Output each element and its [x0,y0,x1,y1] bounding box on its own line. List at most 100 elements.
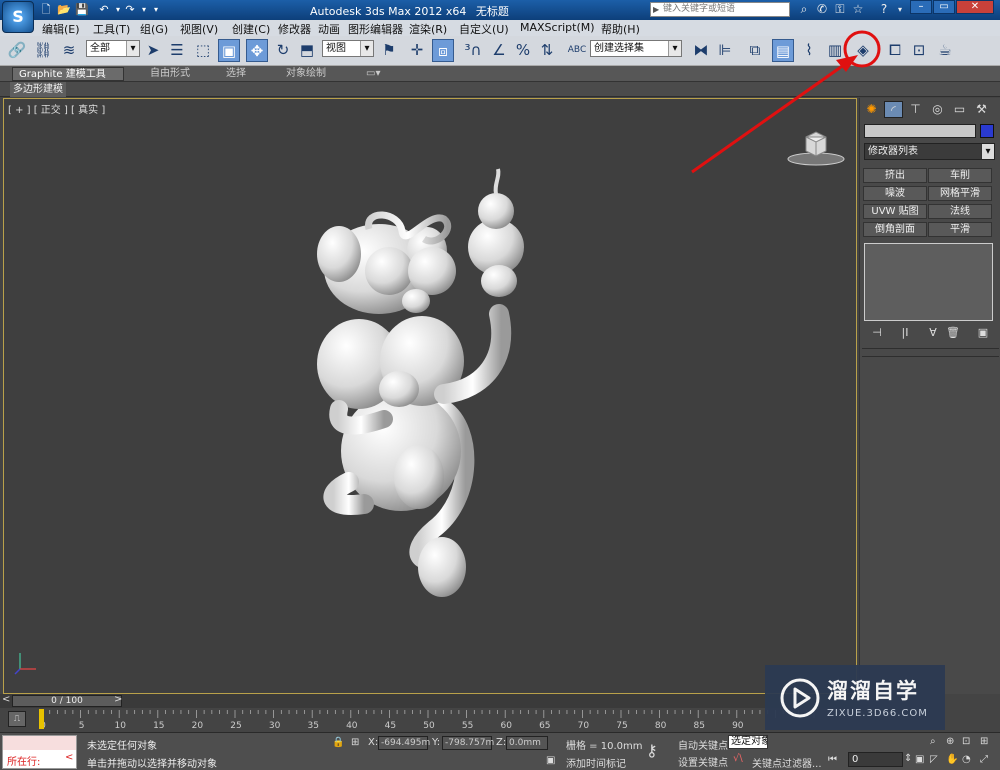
zoom-all-icon[interactable]: ⊕ [946,736,954,747]
remove-modifier-icon[interactable]: 🗑 [944,325,962,340]
smooth-button[interactable]: 平滑 [928,222,992,237]
x-coordinate-field[interactable]: -694.495m [378,736,430,750]
make-unique-icon[interactable]: ∀ [924,325,942,340]
window-crossing-icon[interactable]: ▣ [218,39,240,62]
menu-graph-editors[interactable]: 图形编辑器 [348,21,403,37]
motion-tab-icon[interactable]: ◎ [928,101,947,118]
modify-tab-icon[interactable]: ◜ [884,101,903,118]
save-icon[interactable]: 💾 [74,2,90,17]
current-frame-field[interactable]: 0 [848,752,903,767]
current-frame-marker[interactable] [39,709,44,729]
z-coordinate-field[interactable]: 0.0mm [506,736,548,750]
object-color-swatch[interactable] [980,124,994,138]
object-name-field[interactable] [864,124,976,138]
lathe-button[interactable]: 车削 [928,168,992,183]
go-to-start-icon[interactable]: ⏮ [828,754,837,765]
open-file-icon[interactable]: 📂 [56,2,72,17]
select-object-icon[interactable]: ➤ [142,39,164,62]
maxscript-arrow[interactable]: < [65,752,73,763]
time-next-arrow[interactable]: > [114,694,122,705]
rendered-frame-window-icon[interactable]: ⊡ [908,39,930,62]
toggle-layer-manager-icon[interactable]: ⧉ [744,39,766,62]
link-icon[interactable]: 🔗 [6,39,28,62]
time-slider-knob[interactable]: 0 / 100 [12,695,122,707]
angle-snap-icon[interactable]: ∠ [488,39,510,62]
reference-coordinate-dropdown[interactable]: 视图 [322,40,374,57]
set-key-icon[interactable]: ⚷ [646,741,658,760]
bind-space-warp-icon[interactable]: ≋ [58,39,80,62]
tab-object-paint[interactable]: 对象绘制 [280,67,332,81]
render-setup-icon[interactable]: ⧠ [884,39,906,62]
meshsmooth-button[interactable]: 网格平滑 [928,186,992,201]
material-editor-icon[interactable]: ◈ [852,39,874,62]
toggle-ribbon-icon[interactable]: ▤ [772,39,794,62]
mirror-icon[interactable]: ⧓ [690,39,712,62]
viewport[interactable]: [ + ] [ 正交 ] [ 真实 ] [3,98,857,694]
menu-group[interactable]: 组(G) [140,21,168,37]
zoom-extents-all-icon[interactable]: ⊞ [980,736,988,747]
named-selection-dropdown[interactable]: 创建选择集 [590,40,682,57]
display-tab-icon[interactable]: ▭ [950,101,969,118]
search-input[interactable]: 键入关键字或短语 [650,2,790,17]
configure-modifier-sets-icon[interactable]: ▣ [974,325,992,340]
menu-customize[interactable]: 自定义(U) [459,21,509,37]
pan-icon[interactable]: ✋ [946,754,958,765]
menu-tools[interactable]: 工具(T) [93,21,130,37]
curve-editor-icon[interactable]: ⌇ [798,39,820,62]
minimize-button[interactable]: – [910,0,932,14]
monkey-model[interactable] [4,99,857,694]
set-key-button[interactable]: 设置关键点 [678,754,728,769]
show-end-result-icon[interactable]: |I [896,325,914,340]
keyboard-shortcut-override-icon[interactable]: ⧈ [432,39,454,62]
menu-edit[interactable]: 编辑(E) [42,21,80,37]
time-prev-arrow[interactable]: < [2,694,10,705]
select-and-scale-icon[interactable]: ⬒ [296,39,318,62]
schematic-view-icon[interactable]: ▥ [824,39,846,62]
bevel-profile-button[interactable]: 倒角剖面 [863,222,927,237]
tab-selection[interactable]: 选择 [220,67,252,81]
menu-help[interactable]: 帮助(H) [601,21,640,37]
menu-maxscript[interactable]: MAXScript(M) [520,21,595,34]
help-dropdown-icon[interactable]: ▾ [892,2,908,17]
menu-rendering[interactable]: 渲染(R) [409,21,447,37]
orbit-icon[interactable]: ◔ [962,754,971,765]
frame-spinner-icon[interactable]: ⇕ [904,753,912,764]
timeline-ruler[interactable]: 051015202530354045505560657075808590 [0,708,860,732]
menu-create[interactable]: 创建(C) [232,21,270,37]
close-button[interactable]: ✕ [956,0,994,14]
modifier-stack[interactable] [864,243,993,321]
communication-center-icon[interactable]: ✆ [814,2,830,17]
create-tab-icon[interactable]: ✺ [862,101,881,118]
app-menu-button[interactable]: S [2,1,34,33]
y-coordinate-field[interactable]: -798.757m [442,736,494,750]
default-in-out-tangent-icon[interactable]: √\ [733,753,743,764]
snaps-toggle-icon[interactable]: ³∩ [462,39,484,62]
rectangular-selection-icon[interactable]: ⬚ [192,39,214,62]
noise-button[interactable]: 噪波 [863,186,927,201]
tab-freeform[interactable]: 自由形式 [144,67,196,81]
help-icon[interactable]: ? [876,2,892,17]
render-production-icon[interactable]: ☕ [934,39,956,62]
percent-snap-icon[interactable]: % [512,39,534,62]
normal-button[interactable]: 法线 [928,204,992,219]
key-icon[interactable]: ⚿ [832,2,848,17]
add-time-tag-icon[interactable]: ▣ [546,755,555,766]
select-and-move-icon[interactable]: ✥ [246,39,268,62]
ribbon-options-icon[interactable]: ▭▾ [360,67,386,81]
unlink-icon[interactable]: ⛓ [32,39,54,62]
maximize-viewport-icon[interactable]: ⤢ [980,754,988,765]
binoculars-icon[interactable]: ⌕ [796,2,812,17]
hierarchy-tab-icon[interactable]: ⊤ [906,101,925,118]
extrude-button[interactable]: 挤出 [863,168,927,183]
time-config-icon[interactable]: ▣ [915,754,924,765]
spinner-snap-icon[interactable]: ⇅ [536,39,558,62]
maxscript-listener[interactable]: 所在行: < [2,735,77,769]
absolute-mode-icon[interactable]: ⊞ [351,737,359,748]
select-manipulate-icon[interactable]: ✛ [406,39,428,62]
tab-graphite-modeling[interactable]: Graphite 建模工具 [12,67,124,81]
new-file-icon[interactable]: 🗋 [38,2,54,17]
pivot-center-icon[interactable]: ⚑ [378,39,400,62]
track-bar[interactable]: ⎍ 051015202530354045505560657075808590 [0,708,860,732]
select-by-name-icon[interactable]: ☰ [166,39,188,62]
menu-animation[interactable]: 动画 [318,21,340,37]
